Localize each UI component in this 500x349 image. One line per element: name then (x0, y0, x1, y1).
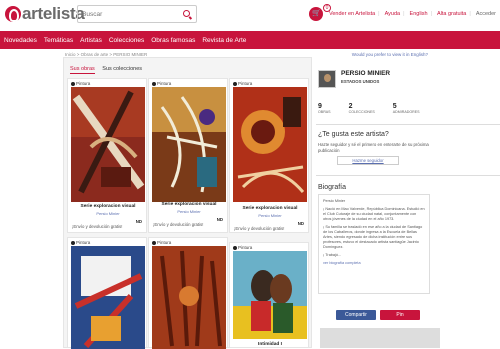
artwork-artist[interactable]: Persio Minier (230, 213, 310, 218)
follow-description: Hazte seguidor y sé el primero en entera… (318, 142, 429, 153)
brand-name: artelista (22, 4, 85, 23)
facebook-share-button[interactable]: Compartir (336, 310, 376, 320)
artwork-title[interactable]: Serie exploracion visual (68, 204, 148, 209)
artwork-artist[interactable]: Persio Minier (68, 211, 148, 216)
gallery-tabs: Sus obras Sus colecciones (70, 66, 148, 74)
bio-paragraph: ¡ Su familia se trasladó en ese año a la… (323, 225, 423, 249)
divider (316, 124, 500, 125)
stat-fans[interactable]: 5 ADMIRADORES (393, 103, 420, 114)
search-icon[interactable] (183, 10, 190, 17)
search-input[interactable] (78, 10, 178, 18)
painting-tag: Pintura (152, 81, 171, 86)
shipping-note: ¡Envío y devolución gratis! (153, 222, 204, 227)
bio-more-link[interactable]: ver biografía completa (323, 261, 425, 266)
artelista-logo-icon (5, 6, 21, 22)
artwork-image[interactable] (233, 87, 307, 202)
stat-works[interactable]: 9 OBRAS (318, 103, 331, 114)
signup-link[interactable]: Alta gratuita (437, 11, 466, 17)
artwork-artist[interactable]: Persio Minier (149, 209, 229, 214)
artwork-image[interactable] (233, 251, 307, 339)
search-box (77, 5, 197, 23)
artwork-image[interactable] (71, 246, 145, 349)
cart-count: 0 (322, 4, 331, 12)
nav-tematicas[interactable]: Temáticas (44, 37, 73, 44)
shipping-note: ¡Envío y devolución gratis! (72, 224, 123, 229)
artist-avatar[interactable] (318, 70, 336, 88)
follow-button[interactable]: Hazme seguidor (337, 156, 399, 165)
bio-paragraph: ¡ Nació en Mao Valverde, República Domin… (323, 207, 425, 221)
artwork-title[interactable]: Serie exploracion visual (149, 202, 229, 207)
login-link[interactable]: Acceder (476, 11, 496, 17)
artwork-card[interactable]: Pintura Serie exploracion visual Persio … (148, 78, 228, 233)
nav-novedades[interactable]: Novedades (4, 37, 37, 44)
divider (316, 175, 500, 176)
nd-badge: ND (216, 217, 223, 222)
artwork-title[interactable]: Serie exploracion visual (230, 206, 310, 211)
pinterest-button[interactable]: Pin (380, 310, 420, 320)
nd-badge: ND (135, 219, 142, 224)
artwork-card[interactable]: Pintura (148, 237, 228, 349)
painting-tag: Pintura (71, 81, 90, 86)
follow-question: ¿Te gusta este artista? (318, 131, 389, 138)
artwork-image[interactable] (152, 246, 226, 349)
artwork-card[interactable]: Pintura Serie exploracion visual Persio … (229, 78, 309, 233)
logo[interactable]: artelista (5, 4, 85, 24)
biography-heading: Biografía (318, 184, 347, 191)
main-nav: Novedades Temáticas Artistas Colecciones… (0, 31, 500, 49)
artwork-image[interactable] (152, 87, 226, 202)
help-link[interactable]: Ayuda (385, 11, 401, 17)
english-link[interactable]: English (410, 11, 428, 17)
nav-colecciones[interactable]: Colecciones (109, 37, 144, 44)
artist-country: ESTADOS UNIDOS (341, 79, 380, 84)
bio-name: Persio Minier (323, 199, 346, 203)
header: artelista 0 Vender en Artelista | Ayuda … (0, 0, 500, 30)
biography-box: Persio Minier ¡ Nació en Mao Valverde, R… (318, 194, 430, 294)
nav-revista[interactable]: Revista de Arte (202, 37, 246, 44)
nav-artistas[interactable]: Artistas (80, 37, 102, 44)
tab-collections[interactable]: Sus colecciones (102, 66, 142, 72)
artist-name: PERSIO MINIER (341, 70, 391, 77)
artist-stats: 9 OBRAS 2 COLECCIONES 5 ADMIRADORES (318, 103, 438, 114)
painting-tag: Pintura (71, 240, 90, 245)
painting-tag: Pintura (233, 245, 252, 250)
stat-collections[interactable]: 2 COLECCIONES (349, 103, 375, 114)
shipping-note: ¡Envío y devolución gratis! (234, 226, 285, 231)
nd-badge: ND (297, 221, 304, 226)
painting-tag: Pintura (233, 81, 252, 86)
english-prompt[interactable]: Would you prefer to view it in English? (352, 52, 428, 57)
tab-works[interactable]: Sus obras (70, 66, 95, 74)
artwork-card[interactable]: Pintura Serie exploracion visual Persio … (67, 78, 147, 233)
artwork-card[interactable]: Pintura Intimidad I (229, 242, 309, 348)
artwork-title[interactable]: Intimidad I (230, 342, 310, 347)
nav-obras-famosas[interactable]: Obras famosas (151, 37, 195, 44)
artwork-image[interactable] (71, 87, 145, 202)
cart-icon[interactable]: 0 (308, 4, 331, 21)
sell-link[interactable]: Vender en Artelista (329, 11, 375, 17)
painting-tag: Pintura (152, 240, 171, 245)
artwork-card[interactable]: Pintura (67, 237, 147, 349)
thumbnail-strip[interactable] (320, 328, 440, 348)
top-links: 0 Vender en Artelista | Ayuda | English … (308, 4, 496, 21)
bio-paragraph: ¡ Trabajó... (323, 253, 342, 257)
